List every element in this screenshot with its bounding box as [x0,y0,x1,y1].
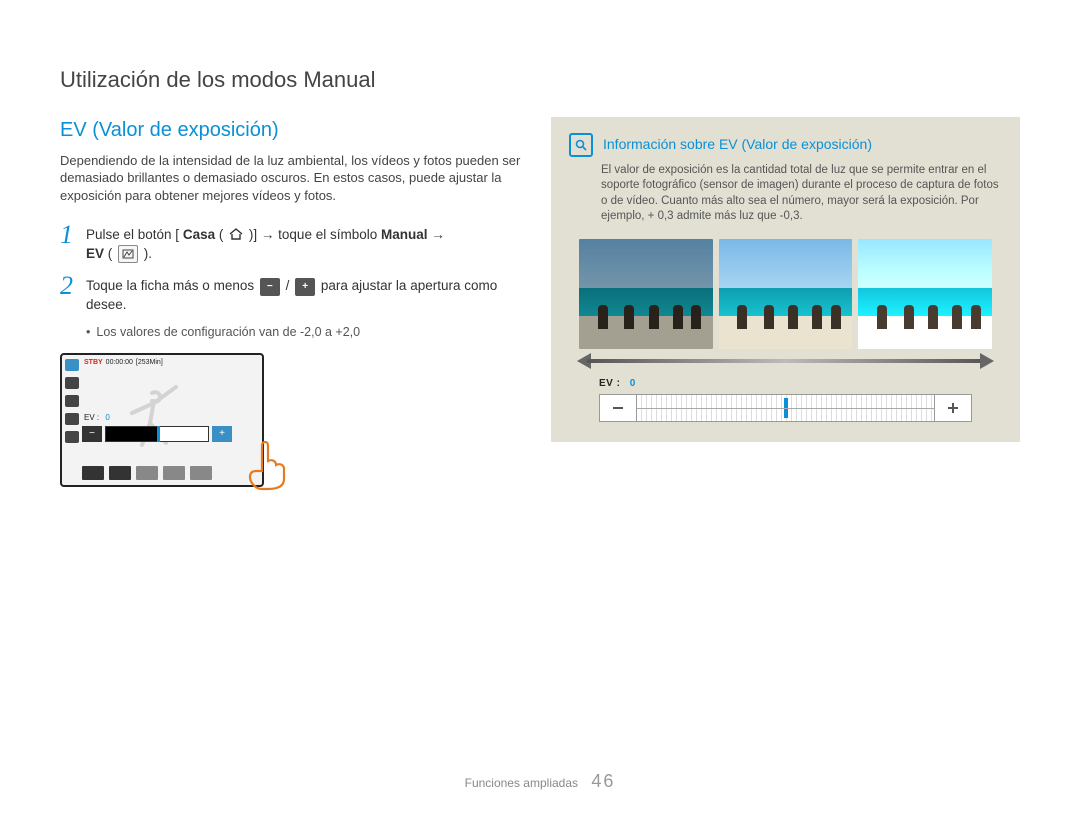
lcd-bottom-icon-2 [109,466,131,480]
lcd-bottom-icon-3 [136,466,158,480]
example-normal [719,239,853,349]
stby-label: STBY [84,358,103,367]
step-2-text-b: / [286,278,294,293]
camera-lcd-illustration: STBY 00:00:00 [253Min] EV : 0 − + [60,353,264,487]
right-column: Información sobre EV (Valor de exposició… [551,117,1020,487]
step-1: 1 Pulse el botón [ Casa ( )] → toque el … [60,222,529,263]
lcd-ev-slider: − + [82,425,232,443]
info-panel: Información sobre EV (Valor de exposició… [551,117,1020,443]
example-overexposed [858,239,992,349]
lcd-ev-readout: EV : 0 [84,413,110,424]
home-icon [229,227,243,245]
lcd-bottom-icon-4 [163,466,185,480]
intro-paragraph: Dependiendo de la intensidad de la luz a… [60,152,529,205]
lcd-ev-label: EV : [84,413,99,422]
footer-section: Funciones ampliadas [465,776,578,790]
content-columns: EV (Valor de exposición) Dependiendo de … [60,117,1020,487]
lcd-slider-track[interactable] [105,426,209,442]
step-1-body: Pulse el botón [ Casa ( )] → toque el sí… [86,222,445,263]
lcd-bottom-icons [82,466,258,482]
ev-track[interactable] [637,395,934,421]
magnifier-icon [569,133,593,157]
exposure-range-arrow [579,355,992,367]
info-header: Información sobre EV (Valor de exposició… [569,133,1002,157]
ev-control-label: EV : 0 [599,377,972,391]
step-2-text-a: Toque la ficha más o menos [86,278,258,293]
lcd-icon-2 [65,377,79,389]
lcd-side-icons [65,359,81,443]
step-1-text-d: → [431,227,445,242]
step-1-bold-manual: Manual [381,227,428,242]
lcd-bottom-icon-5 [190,466,212,480]
lcd-bottom-icon-1 [82,466,104,480]
step-1-text-c: )] → toque el símbolo [249,227,381,242]
settings-range-bullet: Los valores de configuración van de -2,0… [86,324,529,341]
ev-label-text: EV : [599,378,620,389]
info-title: Información sobre EV (Valor de exposició… [603,135,872,154]
lcd-icon-5 [65,431,79,443]
step-1-text-b: ( [219,227,224,242]
ev-plus-button[interactable] [934,395,971,421]
lcd-plus-button[interactable]: + [212,426,232,442]
lcd-remaining: [253Min] [136,358,163,367]
step-1-bold-casa: Casa [183,227,215,242]
lcd-time: 00:00:00 [106,358,133,367]
ev-bar [599,394,972,422]
footer-page-number: 46 [591,771,615,791]
ev-value: 0 [630,378,636,389]
step-1-text-e: ( [108,246,116,261]
lcd-minus-button[interactable]: − [82,426,102,442]
ev-marker[interactable] [784,398,788,418]
example-underexposed [579,239,713,349]
exposure-examples [579,239,992,349]
lcd-ev-value: 0 [105,413,109,422]
page-footer: Funciones ampliadas 46 [0,769,1080,793]
ev-minus-button[interactable] [600,395,637,421]
lcd-status-bar: STBY 00:00:00 [253Min] [84,358,258,367]
step-2: 2 Toque la ficha más o menos − / + para … [60,273,529,314]
step-1-number: 1 [60,222,78,263]
step-1-text-a: Pulse el botón [ [86,227,179,242]
minus-tab-icon: − [260,278,280,296]
ev-control: EV : 0 [599,377,972,423]
plus-tab-icon: + [295,278,315,296]
touch-hand-icon [240,437,294,491]
info-body: El valor de exposición es la cantidad to… [601,163,1002,225]
left-column: EV (Valor de exposición) Dependiendo de … [60,117,529,487]
step-1-text-f: ). [144,246,152,261]
ev-setting-icon [118,245,138,263]
lcd-icon-3 [65,395,79,407]
page-title: Utilización de los modos Manual [60,65,1020,95]
lcd-icon-1 [65,359,79,371]
section-title-ev: EV (Valor de exposición) [60,117,529,144]
step-2-number: 2 [60,273,78,314]
step-1-bold-ev: EV [86,246,104,261]
step-2-body: Toque la ficha más o menos − / + para aj… [86,273,529,314]
lcd-icon-4 [65,413,79,425]
